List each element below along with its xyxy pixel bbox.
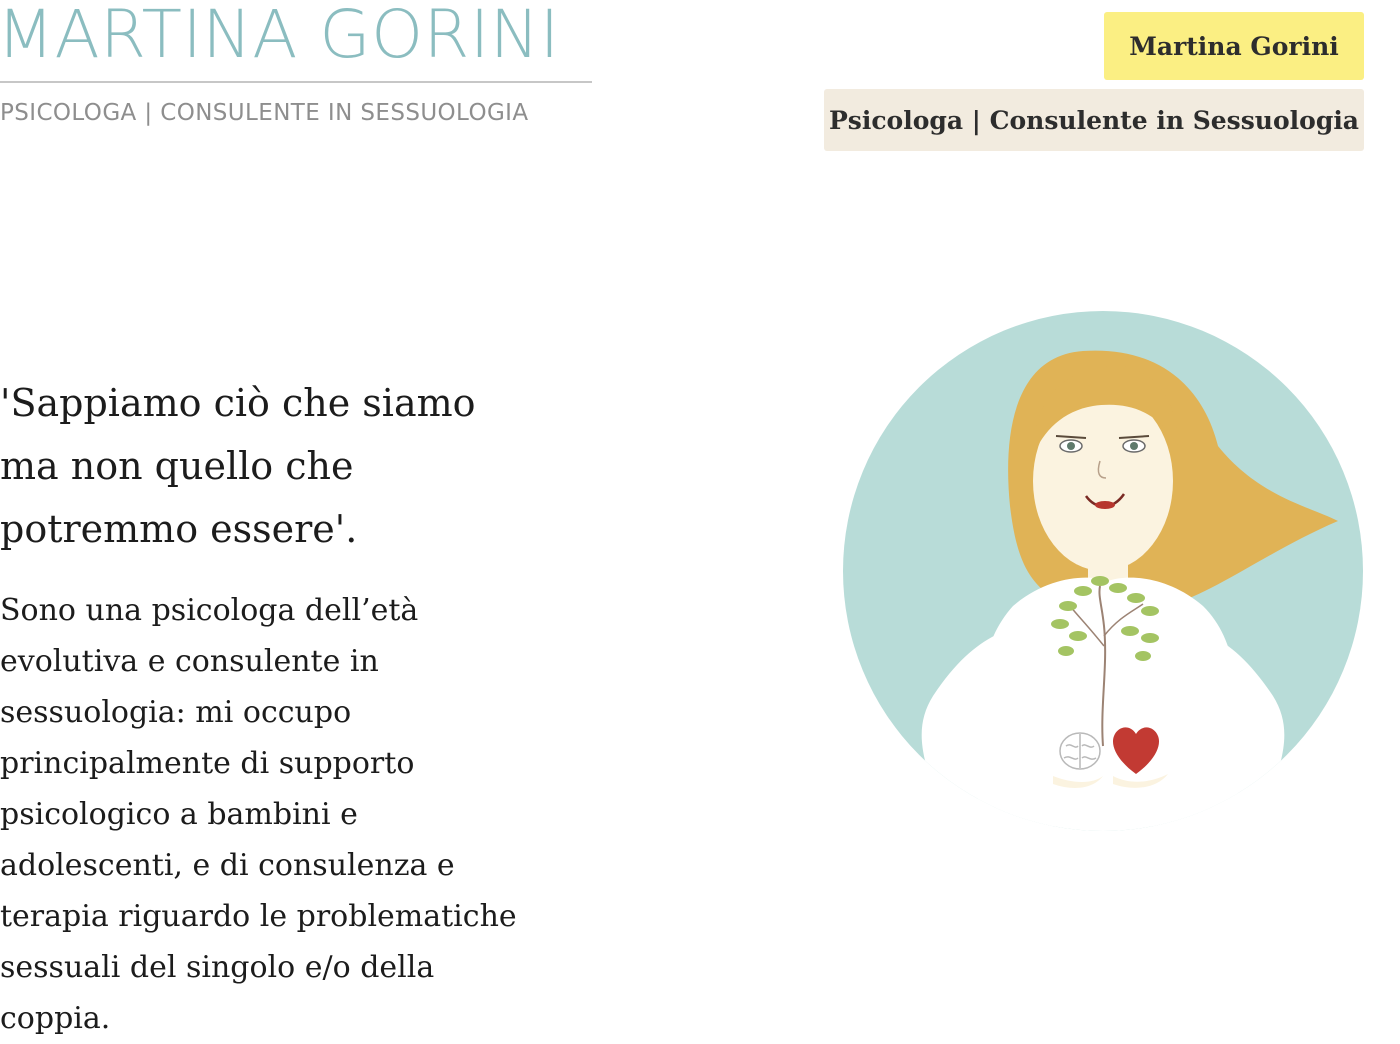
name-button[interactable]: Martina Gorini [1104, 12, 1364, 80]
portrait-illustration [843, 311, 1363, 831]
hero-quote: 'Sappiamo ciò che siamo ma non quello ch… [0, 381, 476, 551]
logo-divider [0, 81, 592, 83]
site-logo[interactable]: MARTINA GORINI PSICOLOGA | CONSULENTE IN… [0, 0, 596, 127]
bio-paragraph: Sono una psicologa dell’età evolutiva e … [0, 593, 517, 1036]
logo-tagline: PSICOLOGA | CONSULENTE IN SESSUOLOGIA [0, 100, 529, 126]
logo-name: MARTINA GORINI [0, 0, 560, 73]
profession-button[interactable]: Psicologa | Consulente in Sessuologia [824, 89, 1364, 151]
